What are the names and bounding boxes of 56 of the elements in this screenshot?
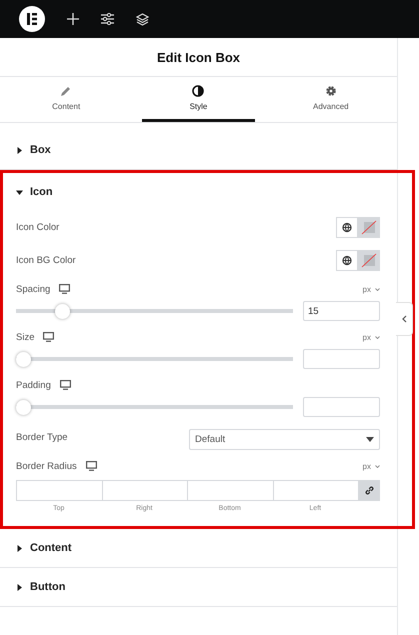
chevron-down-icon — [375, 336, 380, 338]
section-header[interactable]: Content — [0, 529, 397, 567]
chevron-left-icon — [402, 314, 406, 322]
unit-dropdown[interactable]: px — [362, 332, 380, 342]
pencil-icon — [60, 85, 72, 97]
number-field[interactable] — [272, 480, 359, 501]
link-button[interactable] — [358, 480, 380, 501]
unit-dropdown[interactable]: px — [362, 462, 380, 470]
globe-button[interactable] — [336, 217, 358, 238]
select-dropdown[interactable]: Default — [189, 429, 380, 450]
caret-down-icon — [366, 437, 374, 442]
control-label: Spacing — [16, 284, 50, 294]
control-label: Border Radius — [16, 460, 77, 472]
number-field[interactable] — [187, 480, 274, 501]
tab[interactable]: Style — [142, 77, 255, 122]
add-icon[interactable] — [67, 13, 79, 25]
monitor-icon[interactable] — [86, 461, 97, 471]
caret-right-icon — [16, 584, 23, 590]
collapse-panel-button[interactable] — [396, 302, 413, 336]
color-swatch-button[interactable] — [358, 250, 380, 271]
slider-thumb[interactable] — [55, 304, 70, 318]
number-field[interactable] — [102, 480, 188, 501]
number-field[interactable] — [16, 480, 102, 501]
chevron-down-icon — [375, 464, 380, 468]
monitor-icon[interactable] — [43, 332, 54, 342]
chevron-down-icon — [375, 288, 380, 290]
unit-dropdown[interactable]: px — [362, 284, 380, 294]
sliders-icon[interactable] — [101, 13, 114, 25]
section-header[interactable]: Box — [0, 131, 397, 169]
tab[interactable]: Advanced — [274, 77, 387, 122]
control-label: Icon BG Color — [16, 255, 76, 266]
slider-thumb[interactable] — [16, 352, 31, 366]
section-header[interactable]: Icon — [3, 173, 412, 211]
tab[interactable]: Content — [10, 77, 122, 122]
caret-right-icon — [16, 544, 23, 552]
logo-icon[interactable] — [19, 6, 45, 32]
control-label: Padding — [16, 380, 51, 390]
globe-button[interactable] — [336, 250, 358, 271]
caret-right-icon — [16, 146, 23, 154]
caret-down-icon — [16, 188, 23, 196]
number-field[interactable] — [303, 397, 380, 417]
panel-title: Edit Icon Box — [156, 50, 240, 64]
control-label: Border Type — [16, 432, 68, 443]
layers-icon[interactable] — [136, 12, 149, 26]
monitor-icon[interactable] — [59, 284, 70, 294]
section-header[interactable]: Button — [0, 568, 397, 606]
color-swatch-button[interactable] — [358, 217, 380, 238]
monitor-icon[interactable] — [60, 380, 71, 390]
link-icon — [364, 486, 374, 495]
control-label: Icon Color — [16, 222, 60, 233]
slider-thumb[interactable] — [16, 400, 31, 414]
number-field[interactable]: 15 — [303, 301, 380, 321]
control-label: Size — [16, 332, 34, 342]
contrast-icon — [192, 85, 204, 97]
number-field[interactable] — [303, 349, 380, 369]
settings-icon — [324, 85, 337, 97]
